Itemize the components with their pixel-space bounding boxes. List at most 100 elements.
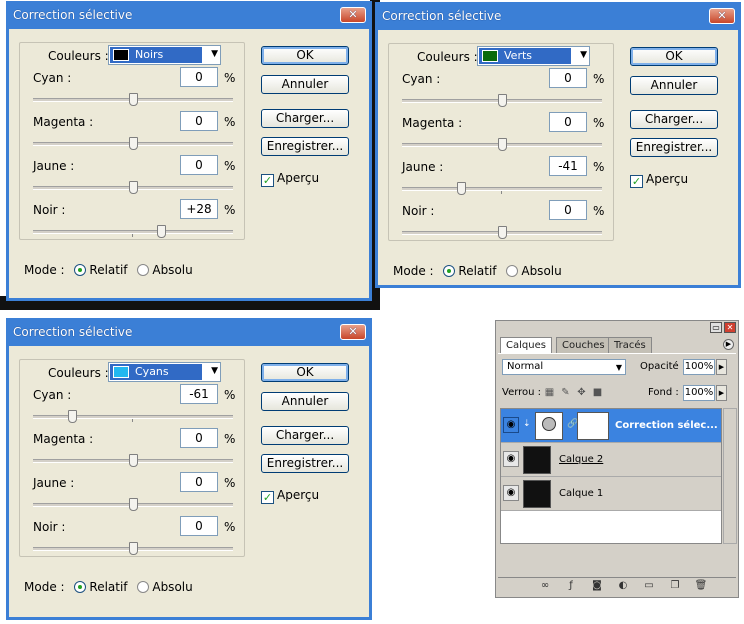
magenta-input[interactable]: 0 (549, 112, 587, 132)
slider-thumb[interactable] (497, 138, 507, 151)
colors-label: Couleurs : (42, 49, 115, 63)
preview-checkbox[interactable]: ✓ Aperçu (261, 489, 319, 504)
save-button[interactable]: Enregistrer... (261, 454, 349, 473)
jaune-input[interactable]: 0 (180, 155, 218, 175)
relative-radio[interactable] (74, 581, 87, 593)
cyan-slider[interactable] (33, 93, 233, 106)
mode-row: Mode : Relatif Absolu (24, 263, 193, 277)
save-button[interactable]: Enregistrer... (261, 137, 349, 156)
cyan-slider[interactable] (33, 410, 233, 423)
jaune-input[interactable]: -41 (549, 156, 587, 176)
eye-icon[interactable]: ◉ (503, 451, 519, 467)
noir-slider[interactable] (33, 542, 233, 555)
link-icon[interactable]: ∞ (538, 580, 552, 592)
slider-thumb[interactable] (128, 454, 138, 467)
slider-thumb[interactable] (497, 226, 507, 239)
close-icon[interactable]: ✕ (724, 322, 736, 333)
layers-scrollbar[interactable] (723, 408, 737, 544)
load-button[interactable]: Charger... (261, 109, 349, 128)
magenta-input[interactable]: 0 (180, 428, 218, 448)
eye-icon[interactable]: ◉ (503, 485, 519, 501)
slider-thumb[interactable] (128, 498, 138, 511)
folder-icon[interactable]: ▭ (642, 580, 656, 592)
ok-button[interactable]: OK (261, 363, 349, 382)
adjustment-thumbnail (535, 412, 563, 440)
magenta-slider[interactable] (33, 137, 233, 150)
cancel-button[interactable]: Annuler (261, 392, 349, 411)
tab-couches[interactable]: Couches (556, 337, 611, 353)
noir-slider[interactable] (402, 226, 602, 239)
load-button[interactable]: Charger... (630, 110, 718, 129)
relative-radio[interactable] (443, 265, 456, 277)
cyan-input[interactable]: 0 (549, 68, 587, 88)
opacity-input[interactable]: 100% (683, 359, 715, 375)
lock-transparency-icon[interactable]: ▦ (544, 387, 555, 398)
ok-button[interactable]: OK (261, 46, 349, 65)
slider-thumb[interactable] (128, 93, 138, 106)
save-button[interactable]: Enregistrer... (630, 138, 718, 157)
cancel-button[interactable]: Annuler (630, 76, 718, 95)
magenta-slider[interactable] (402, 138, 602, 151)
colors-dropdown[interactable]: Verts ▼ (477, 46, 590, 66)
jaune-input[interactable]: 0 (180, 472, 218, 492)
adjustment-icon[interactable]: ◐ (616, 580, 630, 592)
cyan-input[interactable]: -61 (180, 384, 218, 404)
absolute-radio[interactable] (506, 265, 519, 277)
noir-input[interactable]: 0 (549, 200, 587, 220)
colors-label: Couleurs : (42, 366, 115, 380)
color-swatch (113, 49, 129, 61)
relative-radio[interactable] (74, 264, 87, 276)
close-icon[interactable]: ✕ (340, 324, 366, 340)
slider-thumb[interactable] (128, 181, 138, 194)
preview-checkbox[interactable]: ✓ Aperçu (261, 172, 319, 187)
tab-traces[interactable]: Tracés (608, 337, 652, 353)
eye-icon[interactable]: ◉ (503, 417, 519, 433)
slider-thumb[interactable] (156, 225, 166, 238)
slider-thumb[interactable] (456, 182, 466, 195)
magenta-input[interactable]: 0 (180, 111, 218, 131)
layer-row[interactable]: ◉ ⇣ 🔗 Correction sélec... (501, 409, 721, 443)
jaune-slider[interactable] (33, 181, 233, 194)
slider-thumb[interactable] (497, 94, 507, 107)
minimize-icon[interactable]: ▭ (710, 322, 722, 333)
magenta-label: Magenta : (402, 116, 463, 130)
absolute-radio[interactable] (137, 264, 150, 276)
magenta-slider[interactable] (33, 454, 233, 467)
jaune-slider[interactable] (33, 498, 233, 511)
lock-brush-icon[interactable]: ✎ (560, 387, 571, 398)
cyan-input[interactable]: 0 (180, 67, 218, 87)
load-button[interactable]: Charger... (261, 426, 349, 445)
lock-all-icon[interactable]: ■ (592, 387, 603, 398)
colors-dropdown[interactable]: Cyans ▼ (108, 362, 221, 382)
layer-row[interactable]: ◉ Calque 1 (501, 477, 721, 511)
ok-button[interactable]: OK (630, 47, 718, 66)
tab-calques[interactable]: Calques (500, 337, 552, 354)
slider-thumb[interactable] (128, 542, 138, 555)
close-icon[interactable]: ✕ (709, 8, 735, 24)
blend-mode-dropdown[interactable]: Normal ▼ (502, 359, 626, 375)
layer-row[interactable]: ◉ Calque 2 (501, 443, 721, 477)
noir-input[interactable]: +28 (180, 199, 218, 219)
preview-checkbox[interactable]: ✓ Aperçu (630, 173, 688, 188)
noir-label: Noir : (33, 203, 66, 217)
noir-input[interactable]: 0 (180, 516, 218, 536)
opacity-arrow-icon[interactable]: ▶ (716, 359, 727, 375)
mask-icon[interactable]: ◙ (590, 580, 604, 592)
panel-menu-icon[interactable]: ▶ (723, 339, 734, 350)
jaune-slider[interactable] (402, 182, 602, 195)
fill-arrow-icon[interactable]: ▶ (716, 385, 727, 401)
slider-thumb[interactable] (67, 410, 77, 423)
close-icon[interactable]: ✕ (340, 7, 366, 23)
colors-dropdown[interactable]: Noirs ▼ (108, 45, 221, 65)
cyan-slider[interactable] (402, 94, 602, 107)
fx-icon[interactable]: ƒ (564, 580, 578, 592)
mask-thumbnail (577, 412, 609, 440)
lock-move-icon[interactable]: ✥ (576, 387, 587, 398)
noir-slider[interactable] (33, 225, 233, 238)
cancel-button[interactable]: Annuler (261, 75, 349, 94)
new-layer-icon[interactable]: ❐ (668, 580, 682, 592)
slider-thumb[interactable] (128, 137, 138, 150)
absolute-radio[interactable] (137, 581, 150, 593)
fill-input[interactable]: 100% (683, 385, 715, 401)
trash-icon[interactable]: 🗑 (694, 580, 708, 592)
